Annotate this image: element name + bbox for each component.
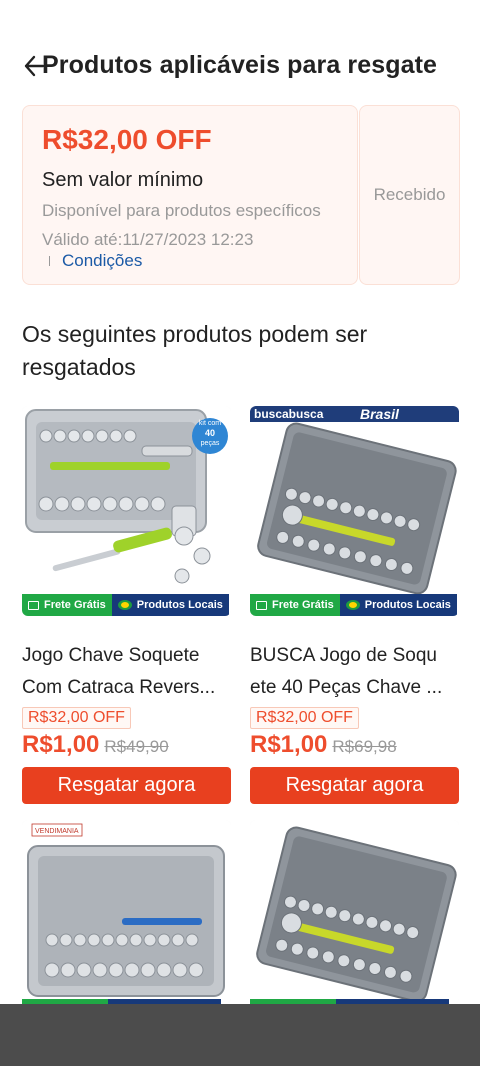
free-shipping-tag: Frete Grátis bbox=[22, 594, 112, 616]
product-image[interactable]: kit com 40 peças Frete Grátis Produtos L… bbox=[22, 406, 231, 616]
product-name-line: Com Catraca Revers... bbox=[22, 677, 216, 698]
product-image[interactable]: buscabusca Brasil Frete Grátis Produtos … bbox=[250, 406, 459, 616]
product-tags: Frete Grátis Produtos Locais bbox=[250, 594, 457, 616]
voucher-discount: R$32,00 OFF bbox=[42, 124, 212, 155]
product-card[interactable]: VENDIMANIA bbox=[22, 820, 231, 1004]
voucher-conditions[interactable]: Condições bbox=[49, 251, 142, 271]
redeem-button[interactable]: Resgatar agora bbox=[22, 767, 231, 804]
header-bar: Produtos aplicáveis para resgate bbox=[0, 44, 480, 88]
product-card[interactable]: buscabusca Brasil Frete Grátis Produtos … bbox=[250, 406, 459, 804]
coupon-badge: R$32,00 OFF bbox=[22, 707, 131, 729]
original-price: R$49,90 bbox=[104, 737, 169, 756]
free-shipping-label: Frete Grátis bbox=[272, 599, 334, 611]
shop-logo-text: VENDIMANIA bbox=[35, 828, 79, 835]
redeem-button[interactable]: Resgatar agora bbox=[250, 767, 459, 804]
brazil-flag-icon bbox=[117, 600, 132, 610]
voucher-status: Recebido bbox=[359, 105, 460, 285]
banner-brand-text: buscabusca bbox=[254, 407, 324, 421]
local-products-label: Produtos Locais bbox=[364, 599, 451, 611]
voucher-validity: Válido até:11/27/2023 12:23 bbox=[42, 230, 254, 249]
kit-badge-number: 40 bbox=[205, 428, 215, 438]
local-products-tag: Produtos Locais bbox=[111, 594, 229, 616]
original-price: R$69,98 bbox=[332, 737, 397, 756]
brazil-flag-icon bbox=[345, 600, 360, 610]
shipping-icon bbox=[256, 600, 267, 610]
product-price: R$1,00 bbox=[250, 731, 328, 758]
shipping-icon bbox=[28, 600, 39, 610]
divider bbox=[49, 256, 50, 266]
kit-badge-unit: peças bbox=[201, 440, 220, 447]
voucher-min-spend: Sem valor mínimo bbox=[42, 169, 204, 191]
product-name-line: BUSCA Jogo de Soqu bbox=[250, 645, 437, 666]
product-image[interactable] bbox=[250, 820, 459, 1004]
free-shipping-tag: Frete Grátis bbox=[250, 594, 340, 616]
kit-badge-text: kit com bbox=[199, 420, 221, 427]
local-products-tag: Produtos Locais bbox=[339, 594, 457, 616]
price-row: R$1,00 R$49,90 bbox=[22, 731, 231, 759]
product-name-line: Jogo Chave Soquete bbox=[22, 645, 200, 666]
voucher-details: R$32,00 OFF Sem valor mínimo Disponível … bbox=[22, 105, 358, 285]
product-card[interactable] bbox=[250, 820, 459, 1004]
coupon-badge: R$32,00 OFF bbox=[250, 707, 359, 729]
system-navigation-bar bbox=[0, 1004, 480, 1066]
product-name-line: ete 40 Peças Chave ... bbox=[250, 677, 443, 698]
product-name[interactable]: BUSCA Jogo de Soqu ete 40 Peças Chave ..… bbox=[250, 640, 459, 704]
product-card[interactable]: kit com 40 peças Frete Grátis Produtos L… bbox=[22, 406, 231, 804]
free-shipping-label: Frete Grátis bbox=[44, 599, 106, 611]
section-title: Os seguintes produtos podem ser resgatad… bbox=[22, 321, 368, 380]
product-tags: Frete Grátis Produtos Locais bbox=[22, 594, 229, 616]
local-products-label: Produtos Locais bbox=[136, 599, 223, 611]
price-row: R$1,00 R$69,98 bbox=[250, 731, 459, 759]
product-price: R$1,00 bbox=[22, 731, 100, 758]
received-label: Recebido bbox=[373, 185, 446, 204]
product-image[interactable]: VENDIMANIA bbox=[22, 820, 231, 1004]
banner-country-text: Brasil bbox=[360, 406, 400, 422]
voucher-availability: Disponível para produtos específicos bbox=[42, 201, 321, 220]
product-name[interactable]: Jogo Chave Soquete Com Catraca Revers... bbox=[22, 640, 231, 704]
voucher-card: R$32,00 OFF Sem valor mínimo Disponível … bbox=[22, 105, 460, 285]
page-title: Produtos aplicáveis para resgate bbox=[42, 51, 438, 79]
conditions-link[interactable]: Condições bbox=[62, 251, 142, 271]
